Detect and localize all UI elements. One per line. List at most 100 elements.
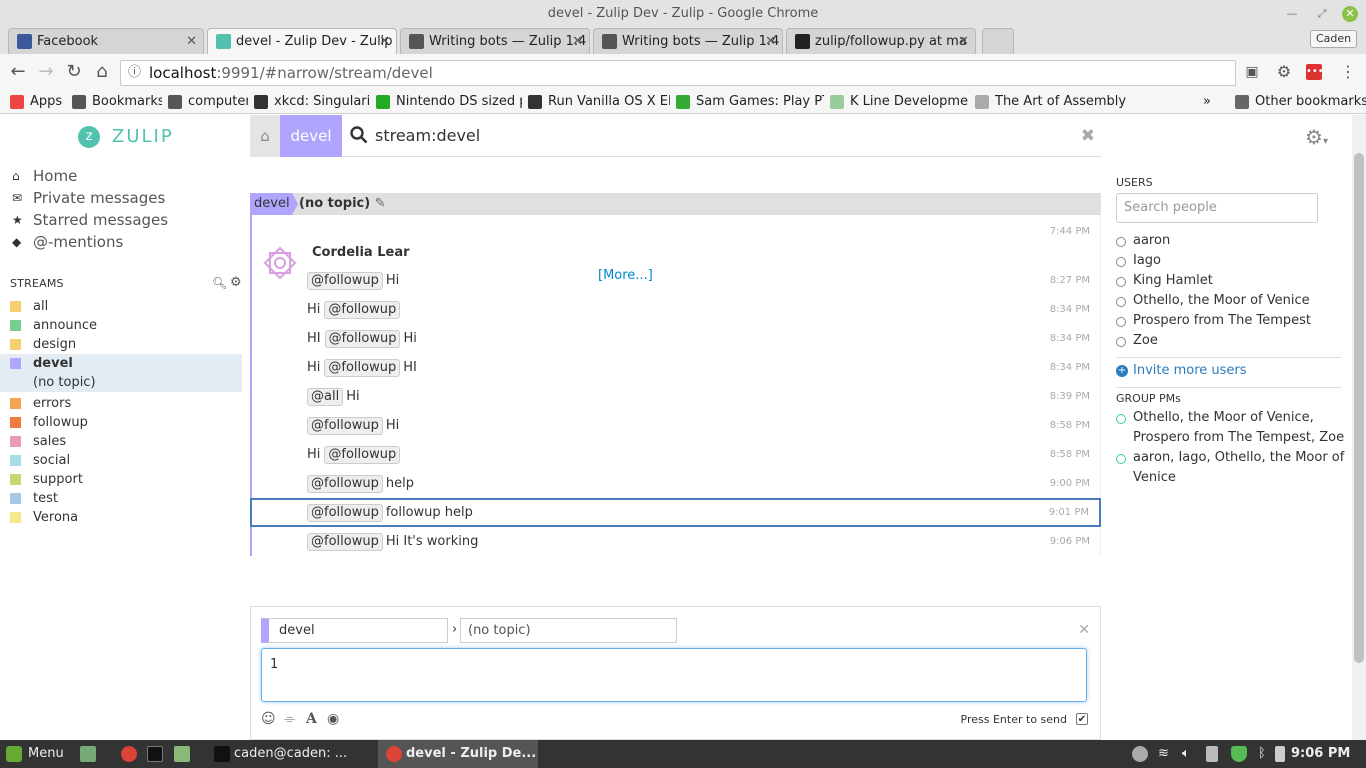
recipient-stream[interactable]: devel <box>250 193 292 215</box>
info-icon[interactable]: ⓘ <box>128 61 141 85</box>
close-tab-icon[interactable]: ✕ <box>765 29 776 54</box>
stream-item[interactable]: support <box>10 470 83 489</box>
minimize-icon[interactable]: — <box>1284 6 1300 22</box>
extension-red-icon[interactable]: ••• <box>1306 64 1324 80</box>
message-time[interactable]: 8:34 PM <box>1050 333 1090 344</box>
close-tab-icon[interactable]: ✕ <box>186 29 197 54</box>
emoji-icon[interactable]: ☺ <box>261 711 276 727</box>
user-mention[interactable]: @followup <box>324 446 401 464</box>
stream-search-icon[interactable]: 🔍︎ <box>212 276 227 290</box>
message-time[interactable]: 9:00 PM <box>1050 478 1090 489</box>
compose-close-icon[interactable]: ✕ <box>1078 622 1090 638</box>
message-time[interactable]: 8:34 PM <box>1050 304 1090 315</box>
user-mention[interactable]: @all <box>307 388 344 406</box>
message-row-first[interactable]: Cordelia Lear [More...] 7:44 PM <box>250 215 1101 283</box>
home-icon[interactable]: ⌂ <box>92 62 112 82</box>
user-item[interactable]: Othello, the Moor of Venice <box>1116 291 1310 311</box>
browser-tab[interactable]: Facebook ✕ <box>8 28 204 54</box>
close-tab-icon[interactable]: ✕ <box>379 29 390 54</box>
close-tab-icon[interactable]: ✕ <box>572 29 583 54</box>
compose-textarea[interactable]: 1 <box>261 648 1087 702</box>
profile-button[interactable]: Caden <box>1310 30 1358 48</box>
user-mention[interactable]: @followup <box>324 330 401 348</box>
user-icon[interactable] <box>1132 746 1148 762</box>
browser-tab[interactable]: Writing bots — Zulip 1.4 ✕ <box>400 28 590 54</box>
message-time[interactable]: 8:58 PM <box>1050 449 1090 460</box>
bookmark-item[interactable]: The Art of Assembly <box>975 92 1126 112</box>
address-bar[interactable]: ⓘ localhost:9991/#narrow/stream/devel <box>120 60 1236 86</box>
new-tab-button[interactable] <box>982 28 1014 54</box>
terminal-launcher-icon[interactable] <box>147 746 163 762</box>
page-scrollbar[interactable] <box>1352 115 1366 740</box>
message-row[interactable]: @followup Hi 8:27 PM <box>250 266 1101 295</box>
message-row[interactable]: Hi @followup HI 8:34 PM <box>250 353 1101 382</box>
bookmark-item[interactable]: computer <box>168 92 248 112</box>
stream-item[interactable]: social <box>10 451 70 470</box>
search-clear-icon[interactable]: ✖ <box>1081 115 1095 157</box>
recipient-topic[interactable]: (no topic) ✎ <box>299 193 386 215</box>
user-mention[interactable]: @followup <box>324 301 401 319</box>
user-mention[interactable]: @followup <box>307 417 383 435</box>
search-people-input[interactable]: Search people <box>1116 193 1318 223</box>
stream-crumb[interactable]: devel <box>280 115 342 157</box>
stream-item[interactable]: all <box>10 297 48 316</box>
message-time[interactable]: 7:44 PM <box>1050 226 1090 237</box>
left-nav-item[interactable]: ✉ Private messages <box>12 188 165 208</box>
search-input[interactable]: stream:devel <box>375 115 480 157</box>
formatting-icon[interactable]: A <box>306 711 317 727</box>
compose-stream-input[interactable]: devel <box>261 618 448 643</box>
bookmark-item[interactable]: xkcd: Singularity <box>254 92 370 112</box>
message-time[interactable]: 9:06 PM <box>1050 536 1090 547</box>
bookmarks-overflow-button[interactable]: » <box>1203 92 1211 112</box>
message-time[interactable]: 8:58 PM <box>1050 420 1090 431</box>
close-tab-icon[interactable]: ✕ <box>958 29 969 54</box>
stream-item[interactable]: followup <box>10 413 88 432</box>
bookmark-item[interactable]: Sam Games: Play PT <box>676 92 824 112</box>
shield-icon[interactable] <box>1231 746 1247 762</box>
bookmark-item[interactable]: Nintendo DS sized pc <box>376 92 522 112</box>
battery-icon[interactable] <box>1275 746 1285 762</box>
taskbar-window[interactable]: devel - Zulip De... <box>378 740 538 768</box>
stream-item[interactable]: design <box>10 335 76 354</box>
user-item[interactable]: Iago <box>1116 251 1161 271</box>
clipboard-icon[interactable] <box>1206 746 1218 762</box>
bookmark-item[interactable]: Bookmarks <box>72 92 162 112</box>
stream-settings-gear-icon[interactable]: ⚙ <box>230 275 242 290</box>
group-pm-item[interactable]: aaron, Iago, Othello, the Moor of Venice <box>1116 448 1352 488</box>
left-nav-item[interactable]: ★ Starred messages <box>12 210 168 230</box>
message-time[interactable]: 8:34 PM <box>1050 362 1090 373</box>
stream-item[interactable]: test <box>10 489 58 508</box>
stream-item[interactable]: devel <box>10 354 73 373</box>
user-item[interactable]: Zoe <box>1116 331 1158 351</box>
message-row[interactable]: @followup followup help 9:01 PM <box>250 498 1101 527</box>
chrome-menu-icon[interactable]: ⋮ <box>1338 62 1358 82</box>
message-row[interactable]: @followup Hi It's working 9:06 PM <box>250 527 1101 556</box>
attach-file-icon[interactable]: ⌯ <box>284 711 295 727</box>
message-row[interactable]: Hi @followup 8:58 PM <box>250 440 1101 469</box>
stream-item[interactable]: sales <box>10 432 66 451</box>
user-mention[interactable]: @followup <box>307 475 383 493</box>
invite-users-link[interactable]: + Invite more users <box>1116 362 1247 380</box>
user-item[interactable]: King Hamlet <box>1116 271 1213 291</box>
press-enter-checkbox[interactable]: ✔ <box>1076 713 1088 725</box>
stream-item[interactable]: errors <box>10 394 71 413</box>
settings-gear-icon[interactable]: ⚙▾ <box>1305 125 1328 149</box>
settings-gear-icon[interactable]: ⚙ <box>1274 62 1294 82</box>
compose-topic-input[interactable]: (no topic) <box>460 618 677 643</box>
clock[interactable]: 9:06 PM <box>1291 740 1350 768</box>
other-bookmarks[interactable]: Other bookmarks <box>1235 92 1366 112</box>
scrollbar-thumb[interactable] <box>1354 153 1364 663</box>
sender-name[interactable]: Cordelia Lear <box>312 245 410 260</box>
message-row[interactable]: @all Hi 8:39 PM <box>250 382 1101 411</box>
volume-icon[interactable]: 🔈︎ <box>1182 740 1190 768</box>
user-mention[interactable]: @followup <box>307 272 383 290</box>
wifi-icon[interactable]: ≋ <box>1158 740 1169 768</box>
browser-tab[interactable]: zulip/followup.py at ma ✕ <box>786 28 976 54</box>
browser-tab[interactable]: devel - Zulip Dev - Zulip ✕ <box>207 28 397 54</box>
left-nav-item[interactable]: ⌂ Home <box>12 166 77 186</box>
message-row[interactable]: HI @followup Hi 8:34 PM <box>250 324 1101 353</box>
user-mention[interactable]: @followup <box>307 533 383 551</box>
user-mention[interactable]: @followup <box>324 359 401 377</box>
stream-item[interactable]: Verona <box>10 508 78 527</box>
forward-icon[interactable]: → <box>36 62 56 82</box>
